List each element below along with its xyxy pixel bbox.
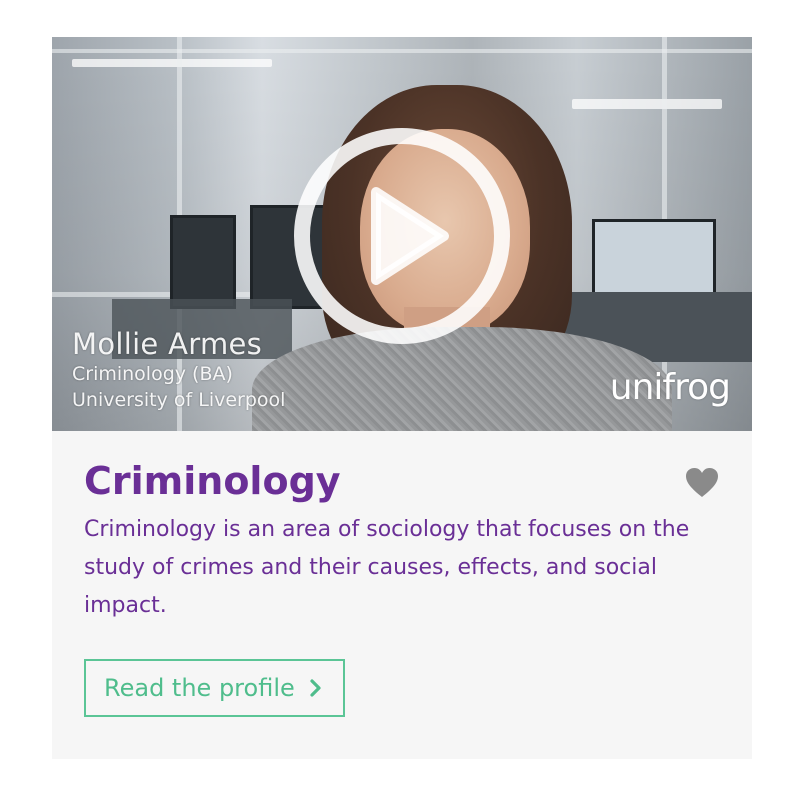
heart-icon	[686, 468, 718, 497]
title-row: Criminology	[84, 457, 720, 505]
ceiling-light	[72, 59, 272, 67]
read-profile-label: Read the profile	[104, 674, 295, 702]
office-monitor	[170, 215, 236, 309]
subject-description: Criminology is an area of sociology that…	[84, 517, 690, 618]
ceiling-light	[572, 99, 722, 109]
video-player[interactable]: Mollie Armes Criminology (BA) University…	[52, 37, 752, 431]
chevron-right-icon	[310, 679, 321, 697]
video-caption: Mollie Armes Criminology (BA) University…	[72, 327, 285, 413]
speaker-university: University of Liverpool	[72, 389, 286, 411]
speaker-course: Criminology (BA)	[72, 363, 233, 385]
favorite-button[interactable]	[684, 465, 720, 501]
play-icon	[294, 128, 510, 344]
window-frame	[52, 49, 752, 53]
speaker-name: Mollie Armes	[72, 327, 263, 361]
subject-title: Criminology	[84, 459, 341, 503]
subject-card: Mollie Armes Criminology (BA) University…	[52, 37, 752, 759]
office-monitor	[592, 219, 716, 297]
unifrog-logo: unifrog	[609, 367, 731, 408]
read-profile-button[interactable]: Read the profile	[84, 659, 345, 717]
card-body: Criminology Criminology is an area of so…	[52, 431, 752, 717]
play-button[interactable]	[292, 126, 512, 346]
